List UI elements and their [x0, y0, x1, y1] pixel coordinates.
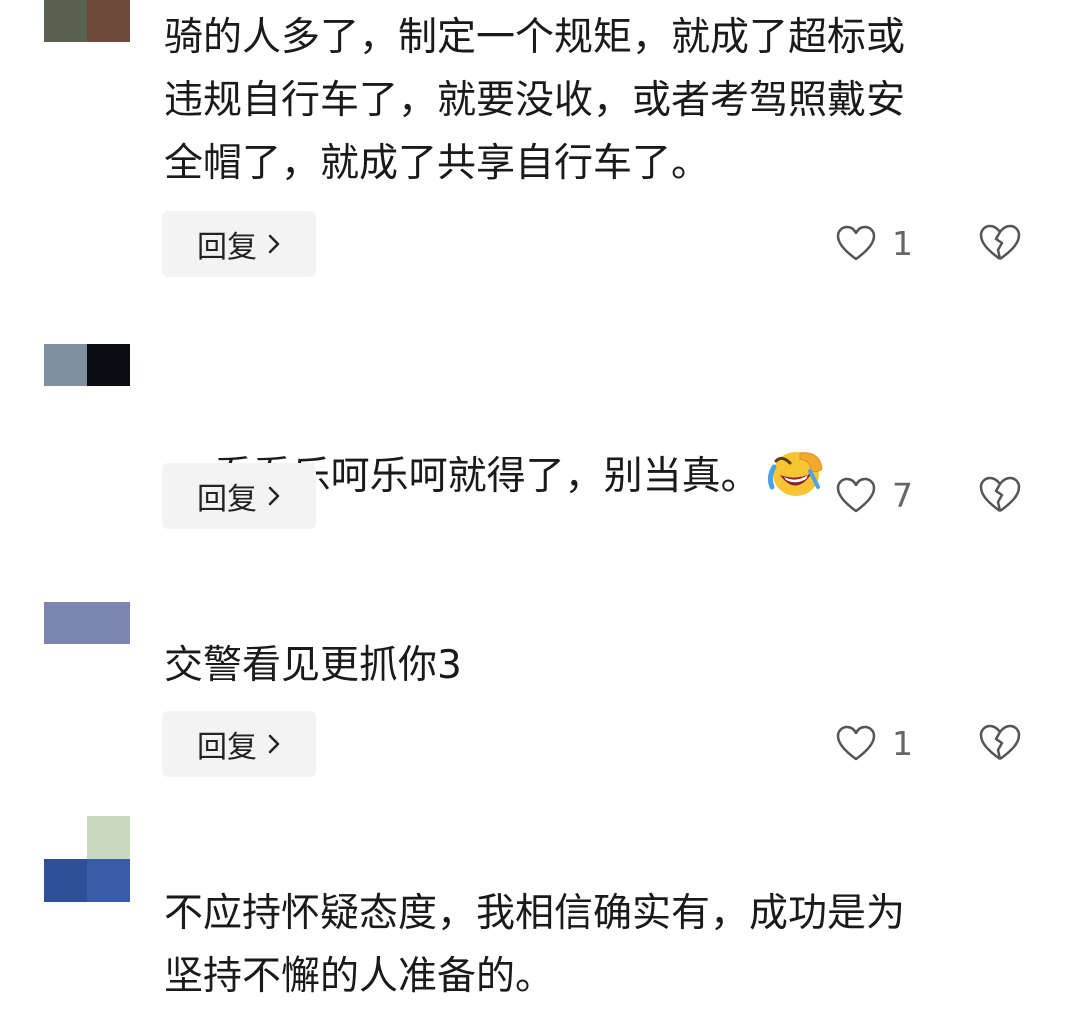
avatar[interactable] [44, 344, 130, 386]
like-count: 1 [892, 224, 913, 263]
reply-button[interactable]: 回复 [162, 711, 316, 777]
like-button[interactable]: 1 [836, 224, 913, 263]
chevron-right-icon [268, 734, 280, 754]
avatar[interactable] [44, 602, 130, 644]
like-button[interactable]: 7 [836, 476, 913, 515]
avatar-seg [87, 602, 130, 644]
broken-heart-icon[interactable] [978, 223, 1022, 263]
broken-heart-icon[interactable] [978, 475, 1022, 515]
chevron-right-icon [268, 234, 280, 254]
broken-heart-icon[interactable] [978, 723, 1022, 763]
avatar-seg [87, 0, 130, 42]
reply-button[interactable]: 回复 [162, 463, 316, 529]
like-count: 1 [892, 724, 913, 763]
avatar[interactable] [44, 816, 130, 902]
reply-label: 回复 [197, 730, 257, 765]
avatar-seg [87, 816, 130, 859]
reply-button[interactable]: 回复 [162, 211, 316, 277]
heart-outline-icon [836, 225, 876, 260]
avatar-seg [44, 859, 87, 902]
heart-outline-icon [836, 477, 876, 512]
avatar-seg [44, 344, 87, 386]
comment-text: 骑的人多了，制定一个规矩，就成了超标或 违规自行车了，就要没收，或者考驾照戴安 … [164, 15, 906, 186]
comment-text: 不应持怀疑态度，我相信确实有，成功是为 坚持不懈的人准备的。 [164, 891, 906, 999]
avatar-seg [44, 602, 87, 644]
reply-label: 回复 [197, 230, 257, 265]
reply-label: 回复 [197, 482, 257, 517]
chevron-right-icon [268, 486, 280, 506]
avatar-seg [87, 344, 130, 386]
like-count: 7 [892, 476, 913, 515]
comment-text: 交警看见更抓你3 [164, 643, 462, 688]
avatar-seg [87, 859, 130, 902]
heart-outline-icon [836, 725, 876, 760]
rolling-laughing-emoji [767, 452, 823, 496]
like-button[interactable]: 1 [836, 724, 913, 763]
avatar-seg [44, 0, 87, 42]
avatar[interactable] [44, 0, 130, 42]
